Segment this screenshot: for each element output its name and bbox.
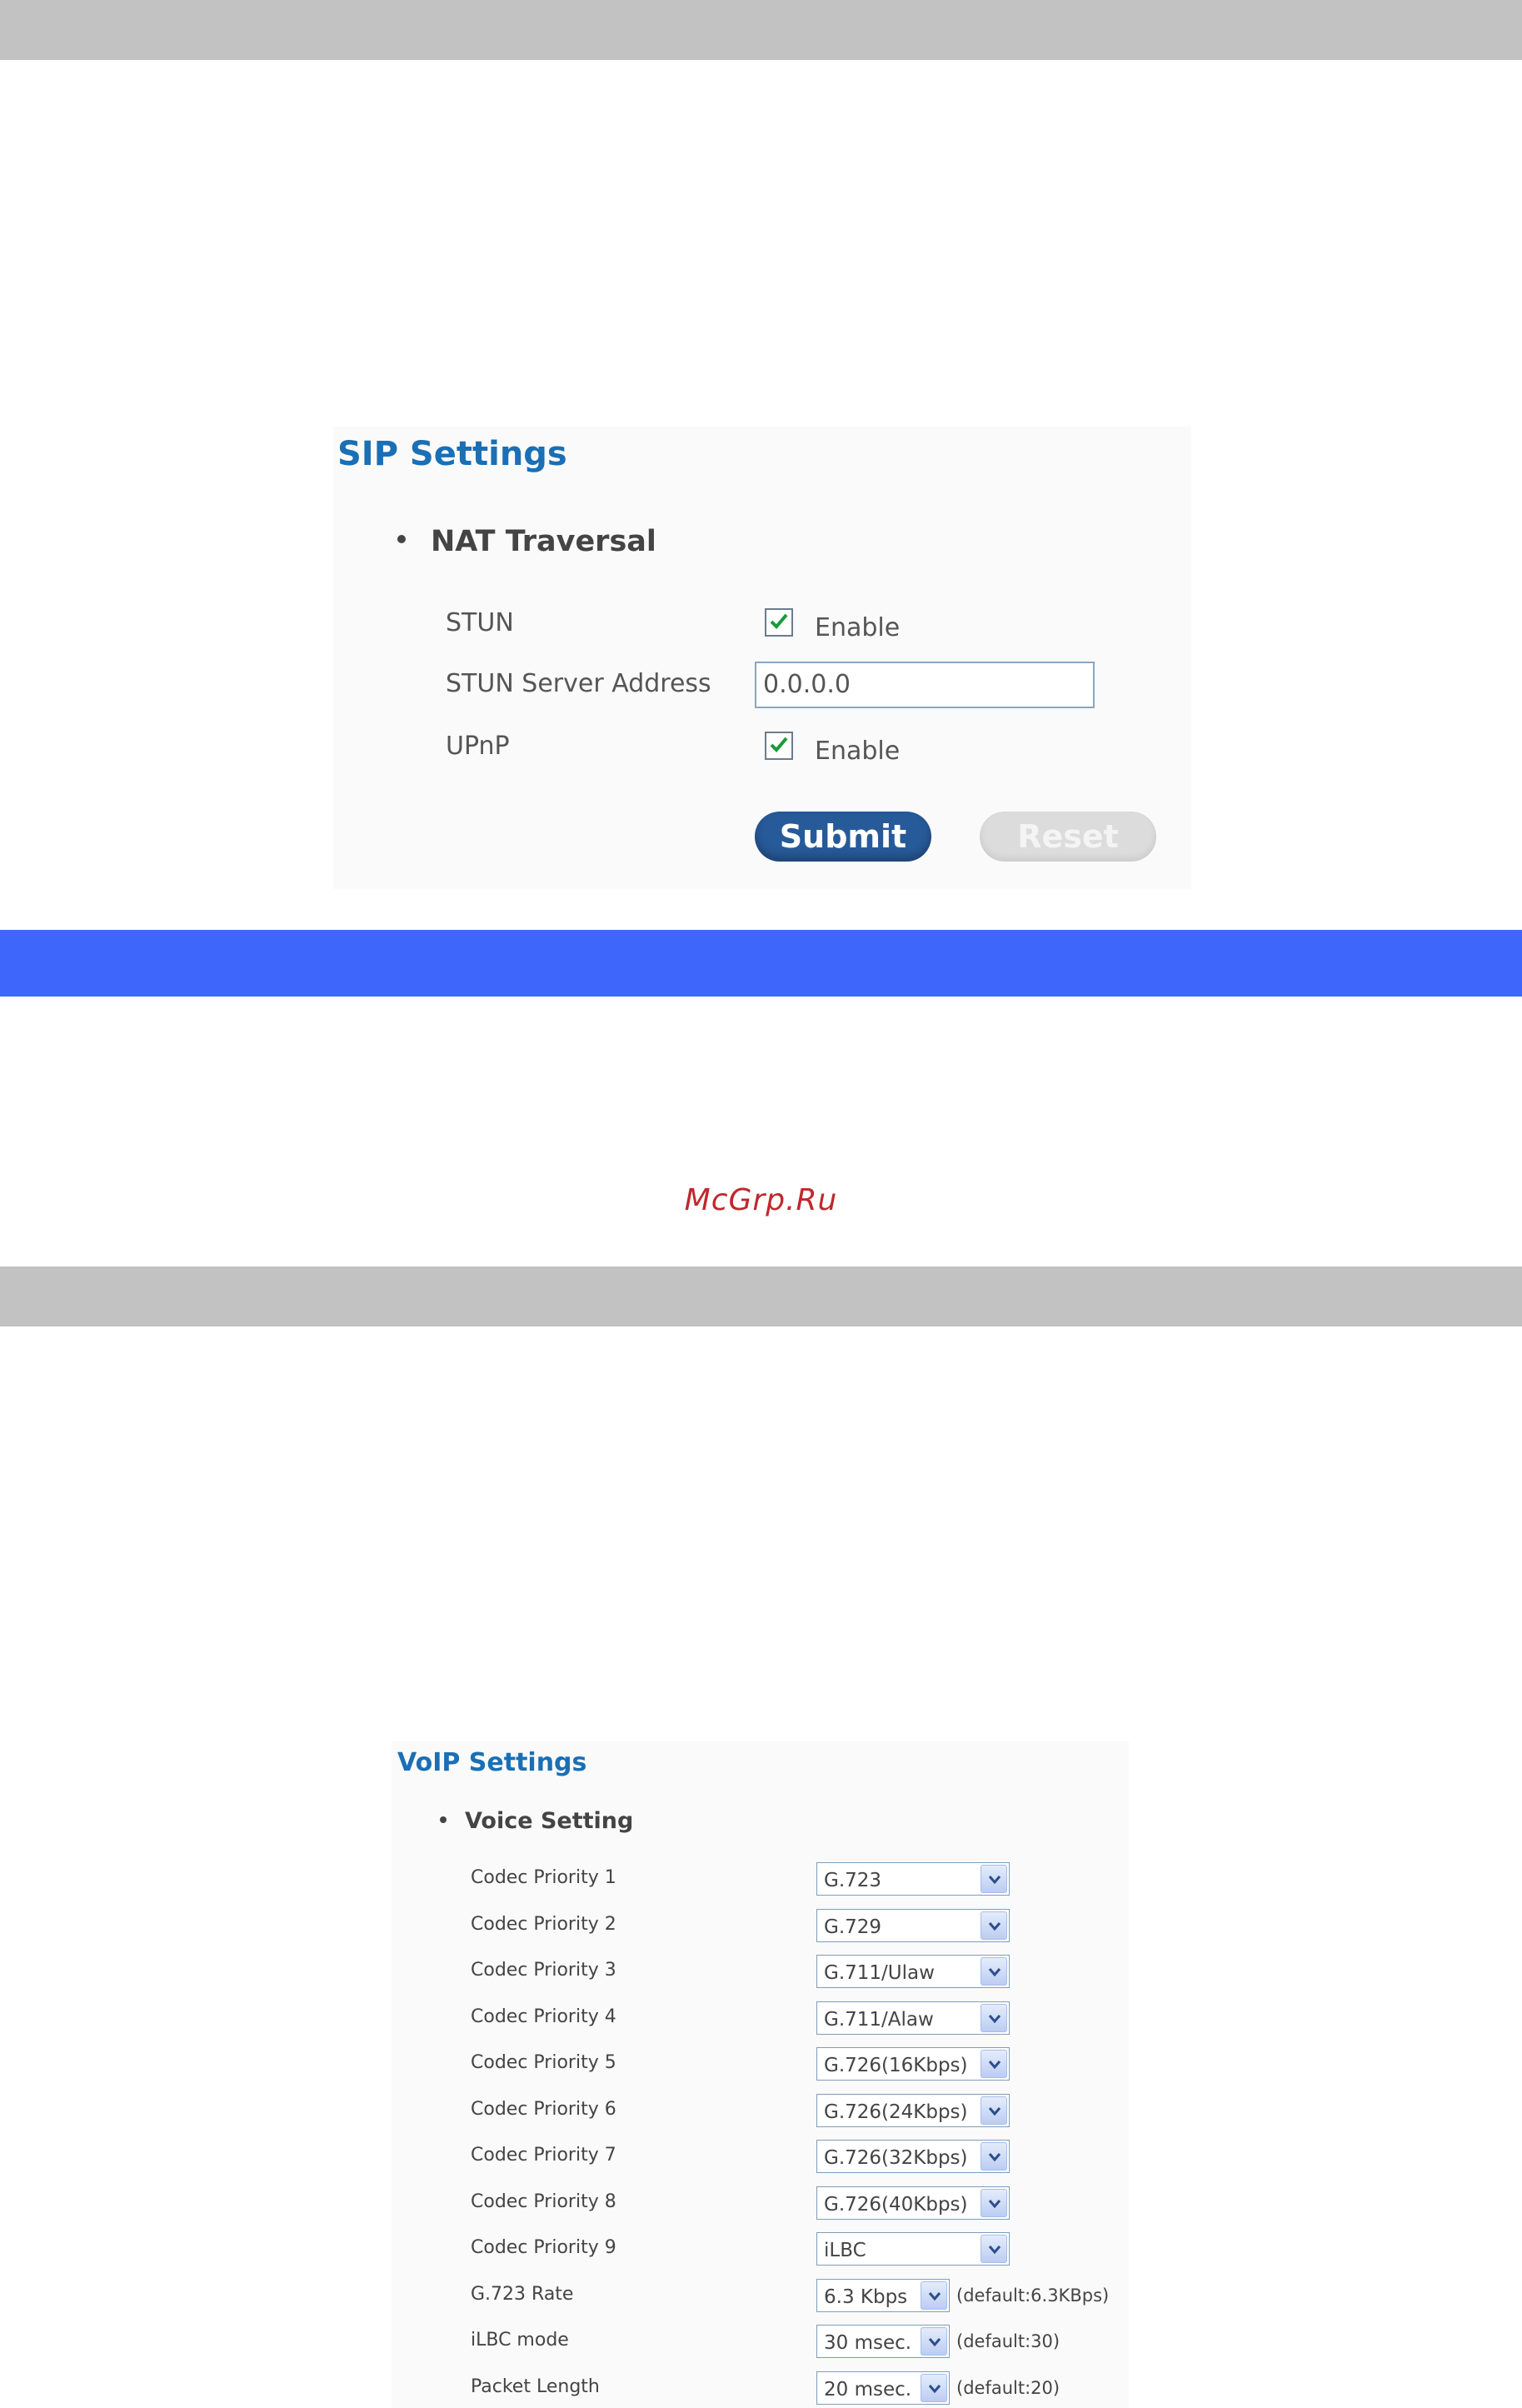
voice-setting-select[interactable]: G.723 — [816, 1862, 1010, 1896]
upnp-enable-label: Enable — [815, 737, 901, 766]
chevron-down-icon[interactable] — [921, 2281, 947, 2310]
voice-setting-select[interactable]: 20 msec. — [816, 2371, 950, 2405]
voice-setting-select[interactable]: iLBC — [816, 2232, 1010, 2266]
voice-setting-row: Codec Priority 5 G.726(16Kbps) — [0, 2047, 1522, 2084]
select-value: 20 msec. — [824, 2379, 912, 2401]
voice-setting-row: Packet Length 20 msec. (default:20) — [0, 2371, 1522, 2408]
voice-setting-row: iLBC mode 30 msec. (default:30) — [0, 2325, 1522, 2361]
select-value: 6.3 Kbps — [824, 2286, 908, 2308]
middle-gray-bar — [0, 1266, 1522, 1326]
checkmark-icon — [770, 613, 788, 629]
voice-setting-label: Voice Setting — [465, 1808, 634, 1834]
select-value: G.726(24Kbps) — [824, 2101, 968, 2123]
default-value-note: (default:6.3KBps) — [956, 2286, 1110, 2306]
chevron-down-icon[interactable] — [921, 2327, 947, 2356]
stun-server-label: STUN Server Address — [446, 669, 711, 698]
voice-setting-row: Codec Priority 8 G.726(40Kbps) — [0, 2186, 1522, 2223]
sip-settings-title: SIP Settings — [337, 435, 567, 473]
voice-setting-row: Codec Priority 3 G.711/Ulaw — [0, 1955, 1522, 1991]
voice-setting-label: Codec Priority 8 — [471, 2191, 616, 2212]
voice-setting-row: Codec Priority 9 iLBC — [0, 2232, 1522, 2269]
voice-setting-row: Codec Priority 1 G.723 — [0, 1862, 1522, 1899]
nat-traversal-heading: NAT Traversal — [397, 525, 656, 558]
stun-label: STUN — [446, 608, 514, 637]
voice-setting-select[interactable]: 6.3 Kbps — [816, 2279, 950, 2312]
voice-setting-select[interactable]: G.729 — [816, 1909, 1010, 1942]
voice-setting-select[interactable]: G.711/Alaw — [816, 2001, 1010, 2035]
chevron-down-icon[interactable] — [981, 2235, 1007, 2263]
voice-setting-label: Codec Priority 7 — [471, 2145, 616, 2166]
voice-setting-row: Codec Priority 7 G.726(32Kbps) — [0, 2140, 1522, 2176]
voice-setting-select[interactable]: 30 msec. — [816, 2325, 950, 2358]
voice-setting-heading: Voice Setting — [440, 1808, 633, 1834]
select-value: iLBC — [824, 2240, 866, 2261]
checkmark-icon — [770, 737, 788, 752]
voice-setting-label: Codec Priority 5 — [471, 2052, 616, 2073]
select-value: G.711/Ulaw — [824, 1962, 935, 1984]
select-value: G.723 — [824, 1870, 882, 1891]
chevron-down-icon[interactable] — [981, 2142, 1007, 2171]
upnp-enable-checkbox[interactable] — [765, 732, 793, 760]
watermark: McGrp.Ru — [684, 1183, 838, 1217]
voice-setting-label: Packet Length — [471, 2376, 600, 2397]
top-gray-bar — [0, 0, 1522, 60]
voice-setting-select[interactable]: G.726(32Kbps) — [816, 2140, 1010, 2173]
chevron-down-icon[interactable] — [921, 2374, 947, 2402]
voice-setting-row: Codec Priority 4 G.711/Alaw — [0, 2001, 1522, 2038]
chevron-down-icon[interactable] — [981, 2050, 1007, 2078]
chevron-down-icon[interactable] — [981, 1911, 1007, 1940]
chevron-down-icon[interactable] — [981, 1865, 1007, 1893]
voice-setting-row: Codec Priority 2 G.729 — [0, 1909, 1522, 1946]
stun-enable-label: Enable — [815, 613, 901, 642]
select-value: G.711/Alaw — [824, 2009, 934, 2031]
stun-enable-checkbox[interactable] — [765, 608, 793, 637]
chevron-down-icon[interactable] — [981, 1957, 1007, 1986]
voice-setting-label: Codec Priority 2 — [471, 1914, 616, 1935]
select-value: G.726(32Kbps) — [824, 2147, 968, 2169]
voice-setting-label: Codec Priority 6 — [471, 2099, 616, 2120]
chevron-down-icon[interactable] — [981, 2096, 1007, 2125]
select-value: G.726(16Kbps) — [824, 2055, 968, 2076]
chevron-down-icon[interactable] — [981, 2189, 1007, 2217]
default-value-note: (default:20) — [956, 2378, 1060, 2398]
voice-setting-row: G.723 Rate 6.3 Kbps (default:6.3KBps) — [0, 2279, 1522, 2316]
voip-settings-title: VoIP Settings — [397, 1748, 587, 1777]
voice-setting-label: G.723 Rate — [471, 2284, 574, 2305]
voice-setting-select[interactable]: G.726(24Kbps) — [816, 2094, 1010, 2127]
default-value-note: (default:30) — [956, 2331, 1060, 2351]
voice-setting-label: Codec Priority 1 — [471, 1867, 616, 1888]
select-value: G.726(40Kbps) — [824, 2194, 968, 2216]
chevron-down-icon[interactable] — [981, 2004, 1007, 2032]
submit-button[interactable]: Submit — [755, 812, 931, 862]
reset-button[interactable]: Reset — [980, 812, 1156, 862]
bullet-icon — [440, 1816, 447, 1823]
stun-server-input[interactable]: 0.0.0.0 — [755, 662, 1095, 708]
voice-setting-row: Codec Priority 6 G.726(24Kbps) — [0, 2094, 1522, 2131]
select-value: G.729 — [824, 1916, 882, 1938]
voice-setting-select[interactable]: G.726(40Kbps) — [816, 2186, 1010, 2220]
voice-setting-select[interactable]: G.711/Ulaw — [816, 1955, 1010, 1988]
select-value: 30 msec. — [824, 2332, 912, 2354]
upnp-label: UPnP — [446, 732, 510, 761]
voice-setting-label: Codec Priority 3 — [471, 1960, 616, 1981]
voice-setting-select[interactable]: G.726(16Kbps) — [816, 2047, 1010, 2081]
voice-setting-label: Codec Priority 4 — [471, 2006, 616, 2027]
voice-setting-label: Codec Priority 9 — [471, 2237, 616, 2258]
nat-traversal-label: NAT Traversal — [431, 525, 656, 558]
voice-setting-label: iLBC mode — [471, 2330, 569, 2351]
blue-divider-bar — [0, 930, 1522, 997]
bullet-icon — [397, 535, 406, 543]
